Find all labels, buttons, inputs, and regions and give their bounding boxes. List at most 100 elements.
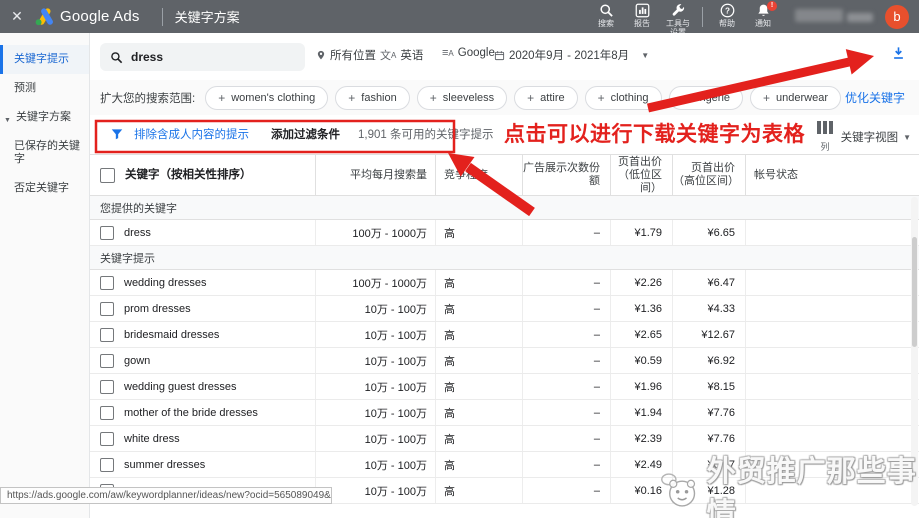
download-icon	[894, 47, 903, 59]
row-checkbox[interactable]	[100, 275, 114, 290]
search-button[interactable]: 搜索	[590, 3, 622, 28]
column-header-account-status[interactable]: 帐号状态	[745, 155, 919, 195]
ad-impression-share-cell: –	[522, 426, 610, 451]
sidebar-item-keyword-plan[interactable]: ▼ 关键字方案	[0, 103, 89, 132]
row-checkbox[interactable]	[100, 301, 114, 316]
avg-monthly-searches-cell: 10万 - 100万	[315, 296, 435, 321]
column-header-top-bid-low[interactable]: 页首出价 （低位区间）	[610, 155, 672, 195]
avatar[interactable]: b	[885, 5, 909, 29]
select-all-checkbox[interactable]	[100, 167, 115, 183]
columns-button[interactable]: 列	[813, 121, 837, 153]
location-selector[interactable]: 所有位置	[316, 47, 376, 63]
network-selector[interactable]: ≡ A Google	[442, 47, 495, 59]
status-bar-url: https://ads.google.com/aw/keywordplanner…	[0, 487, 332, 504]
broaden-search-label: 扩大您的搜索范围:	[100, 92, 196, 105]
row-checkbox[interactable]	[100, 225, 114, 240]
top-bid-high-cell: ¥6.47	[672, 270, 745, 295]
table-scrollbar[interactable]	[911, 197, 918, 506]
language-selector[interactable]: 文A 英语	[380, 47, 423, 63]
top-app-bar: ✕ Google Ads 关键字方案 搜索 报告 工具与 设置 ? 帮助 通知 …	[0, 0, 919, 33]
keyword-text: prom dresses	[124, 302, 191, 315]
ad-impression-share-cell: –	[522, 220, 610, 245]
column-header-top-bid-high[interactable]: 页首出价 （高位区间）	[672, 155, 745, 195]
ad-impression-share-cell: –	[522, 478, 610, 503]
ad-impression-share-cell: –	[522, 322, 610, 347]
location-pin-icon	[317, 50, 325, 60]
chip-label: attire	[540, 91, 565, 104]
column-header-avg-monthly-searches[interactable]: 平均每月搜索量	[315, 155, 435, 195]
plus-icon: +	[527, 90, 535, 105]
broaden-chip[interactable]: + lingerie	[668, 85, 744, 110]
keyword-text: mother of the bride dresses	[124, 406, 258, 419]
notifications-button[interactable]: 通知 !	[747, 1, 779, 28]
ad-impression-share-cell: –	[522, 400, 610, 425]
avg-monthly-searches-cell: 10万 - 100万	[315, 452, 435, 477]
broaden-chip[interactable]: + clothing	[584, 85, 662, 110]
download-keywords-button[interactable]	[891, 45, 906, 66]
annotation-note: 点击可以进行下载关键字为表格	[504, 123, 805, 146]
sidebar-item-negative-keywords[interactable]: 否定关键字	[0, 174, 89, 203]
filter-icon[interactable]	[110, 127, 124, 141]
svg-text:?: ?	[725, 6, 730, 15]
chevron-down-icon: ▼	[4, 117, 11, 124]
row-checkbox[interactable]	[100, 457, 114, 472]
broaden-chip[interactable]: + underwear	[750, 85, 842, 110]
scrollbar-thumb[interactable]	[912, 237, 917, 347]
search-icon	[599, 4, 613, 17]
column-header-ad-impression-share[interactable]: 广告展示次数份额	[522, 155, 610, 195]
top-bid-low-cell: ¥2.26	[610, 270, 672, 295]
row-checkbox[interactable]	[100, 431, 114, 446]
competition-cell: 高	[435, 270, 522, 295]
main-content: dress 所有位置 文A 英语 ≡ A Google 2020年9月 - 202…	[90, 33, 919, 518]
broaden-chip[interactable]: + attire	[514, 85, 578, 110]
keyword-row: bridesmaid dresses 10万 - 100万高 – ¥2.65 ¥12.6…	[90, 322, 919, 348]
topbar-divider	[702, 7, 703, 27]
page-title: 关键字方案	[174, 10, 240, 25]
avg-monthly-searches-cell: 10万 - 100万	[315, 478, 435, 503]
table-body: 您提供的关键字 dress 100万 - 1000万高 – ¥1.79 ¥6.65 关键字提…	[90, 196, 919, 504]
top-bid-high-cell: ¥1.28	[672, 478, 745, 503]
top-bid-low-cell: ¥0.16	[610, 478, 672, 503]
avg-monthly-searches-cell: 10万 - 100万	[315, 400, 435, 425]
chip-label: underwear	[776, 91, 829, 104]
plus-icon: +	[429, 90, 437, 105]
column-header-keyword[interactable]: 关键字（按相关性排序）	[125, 169, 252, 182]
row-checkbox[interactable]	[100, 353, 114, 368]
broaden-chip[interactable]: + women's clothing	[205, 85, 329, 110]
avg-monthly-searches-cell: 10万 - 100万	[315, 322, 435, 347]
top-bid-low-cell: ¥1.94	[610, 400, 672, 425]
reports-icon	[635, 3, 649, 18]
sidebar-item-forecasts[interactable]: 预测	[0, 74, 89, 103]
keyword-search-input[interactable]: dress	[100, 43, 305, 71]
broaden-chip[interactable]: + sleeveless	[416, 85, 508, 110]
top-bid-high-cell: ¥4.33	[672, 296, 745, 321]
available-ideas-count: 1,901 条可用的关键字提示	[358, 129, 494, 141]
exclude-adult-ideas-link[interactable]: 排除含成人内容的提示	[134, 126, 249, 142]
reports-button[interactable]: 报告	[626, 3, 658, 28]
add-filter-button[interactable]: 添加过滤条件	[271, 126, 340, 142]
help-button[interactable]: ? 帮助	[711, 3, 743, 28]
column-header-competition[interactable]: 竞争程度	[435, 155, 522, 195]
broaden-search-row: 扩大您的搜索范围: + women's clothing + fashion + slee…	[90, 80, 919, 115]
broaden-chip[interactable]: + fashion	[335, 85, 410, 110]
account-status-cell	[745, 322, 919, 347]
sidebar-item-keyword-ideas[interactable]: 关键字提示	[0, 45, 89, 74]
row-checkbox[interactable]	[100, 379, 114, 394]
chip-label: clothing	[610, 91, 649, 104]
keyword-view-dropdown[interactable]: 关键字视图 ▼	[841, 129, 911, 145]
tools-settings-button[interactable]: 工具与 设置	[662, 3, 694, 33]
date-range-selector[interactable]: 2020年9月 - 2021年8月 ▼	[494, 47, 649, 63]
account-status-cell	[745, 400, 919, 425]
avg-monthly-searches-cell: 10万 - 100万	[315, 374, 435, 399]
top-bid-low-cell: ¥0.59	[610, 348, 672, 373]
account-status-cell	[745, 270, 919, 295]
search-settings-row: dress 所有位置 文A 英语 ≡ A Google 2020年9月 - 202…	[90, 33, 919, 80]
sidebar-item-saved-keywords[interactable]: 已保存的关键字	[0, 132, 89, 174]
chip-label: sleeveless	[442, 91, 495, 104]
row-checkbox[interactable]	[100, 327, 114, 342]
refine-keywords-link[interactable]: 优化关键字	[845, 89, 905, 106]
row-checkbox[interactable]	[100, 405, 114, 420]
calendar-icon	[494, 50, 505, 60]
ad-impression-share-cell: –	[522, 374, 610, 399]
close-icon[interactable]: ✕	[0, 8, 34, 25]
